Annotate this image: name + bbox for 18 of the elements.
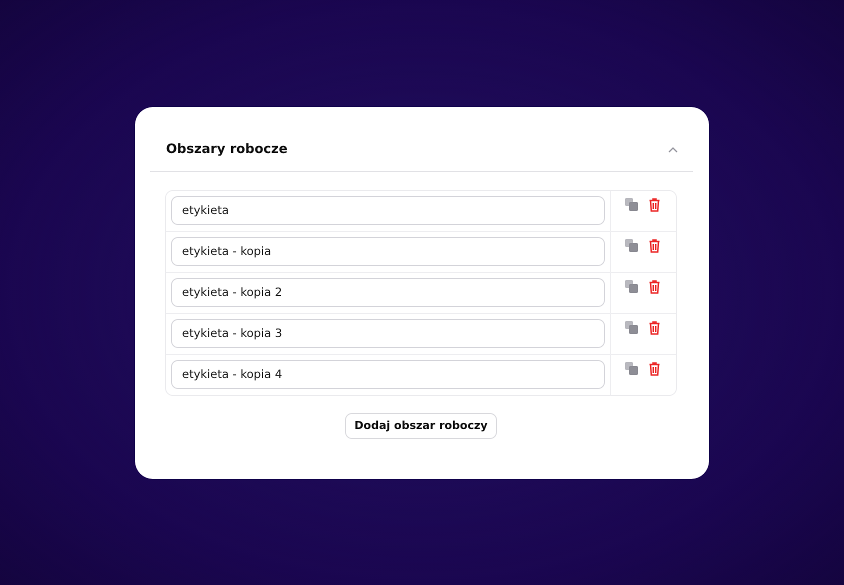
copy-icon[interactable] bbox=[625, 320, 638, 334]
trash-icon[interactable] bbox=[649, 362, 660, 376]
section-title: Obszary robocze bbox=[166, 142, 288, 157]
trash-icon[interactable] bbox=[649, 320, 660, 334]
copy-icon[interactable] bbox=[625, 198, 638, 210]
trash-icon[interactable] bbox=[649, 238, 660, 252]
trash-icon[interactable] bbox=[649, 198, 660, 212]
copy-icon[interactable] bbox=[625, 238, 638, 252]
copy-icon[interactable] bbox=[625, 362, 638, 374]
name-input-field[interactable]: etykieta - kopia 3 bbox=[171, 318, 605, 348]
trash-icon[interactable] bbox=[649, 280, 660, 294]
collapse-chevron-icon[interactable] bbox=[668, 146, 678, 152]
name-input-field[interactable]: etykieta - kopia 2 bbox=[171, 278, 605, 306]
name-input-field[interactable]: etykieta bbox=[171, 196, 605, 224]
copy-icon[interactable] bbox=[625, 280, 638, 292]
name-input-field[interactable]: etykieta - kopia bbox=[171, 236, 605, 266]
name-input-field[interactable]: etykieta - kopia 4 bbox=[171, 360, 605, 388]
add-workspace-button[interactable]: Dodaj obszar roboczy bbox=[345, 412, 497, 438]
